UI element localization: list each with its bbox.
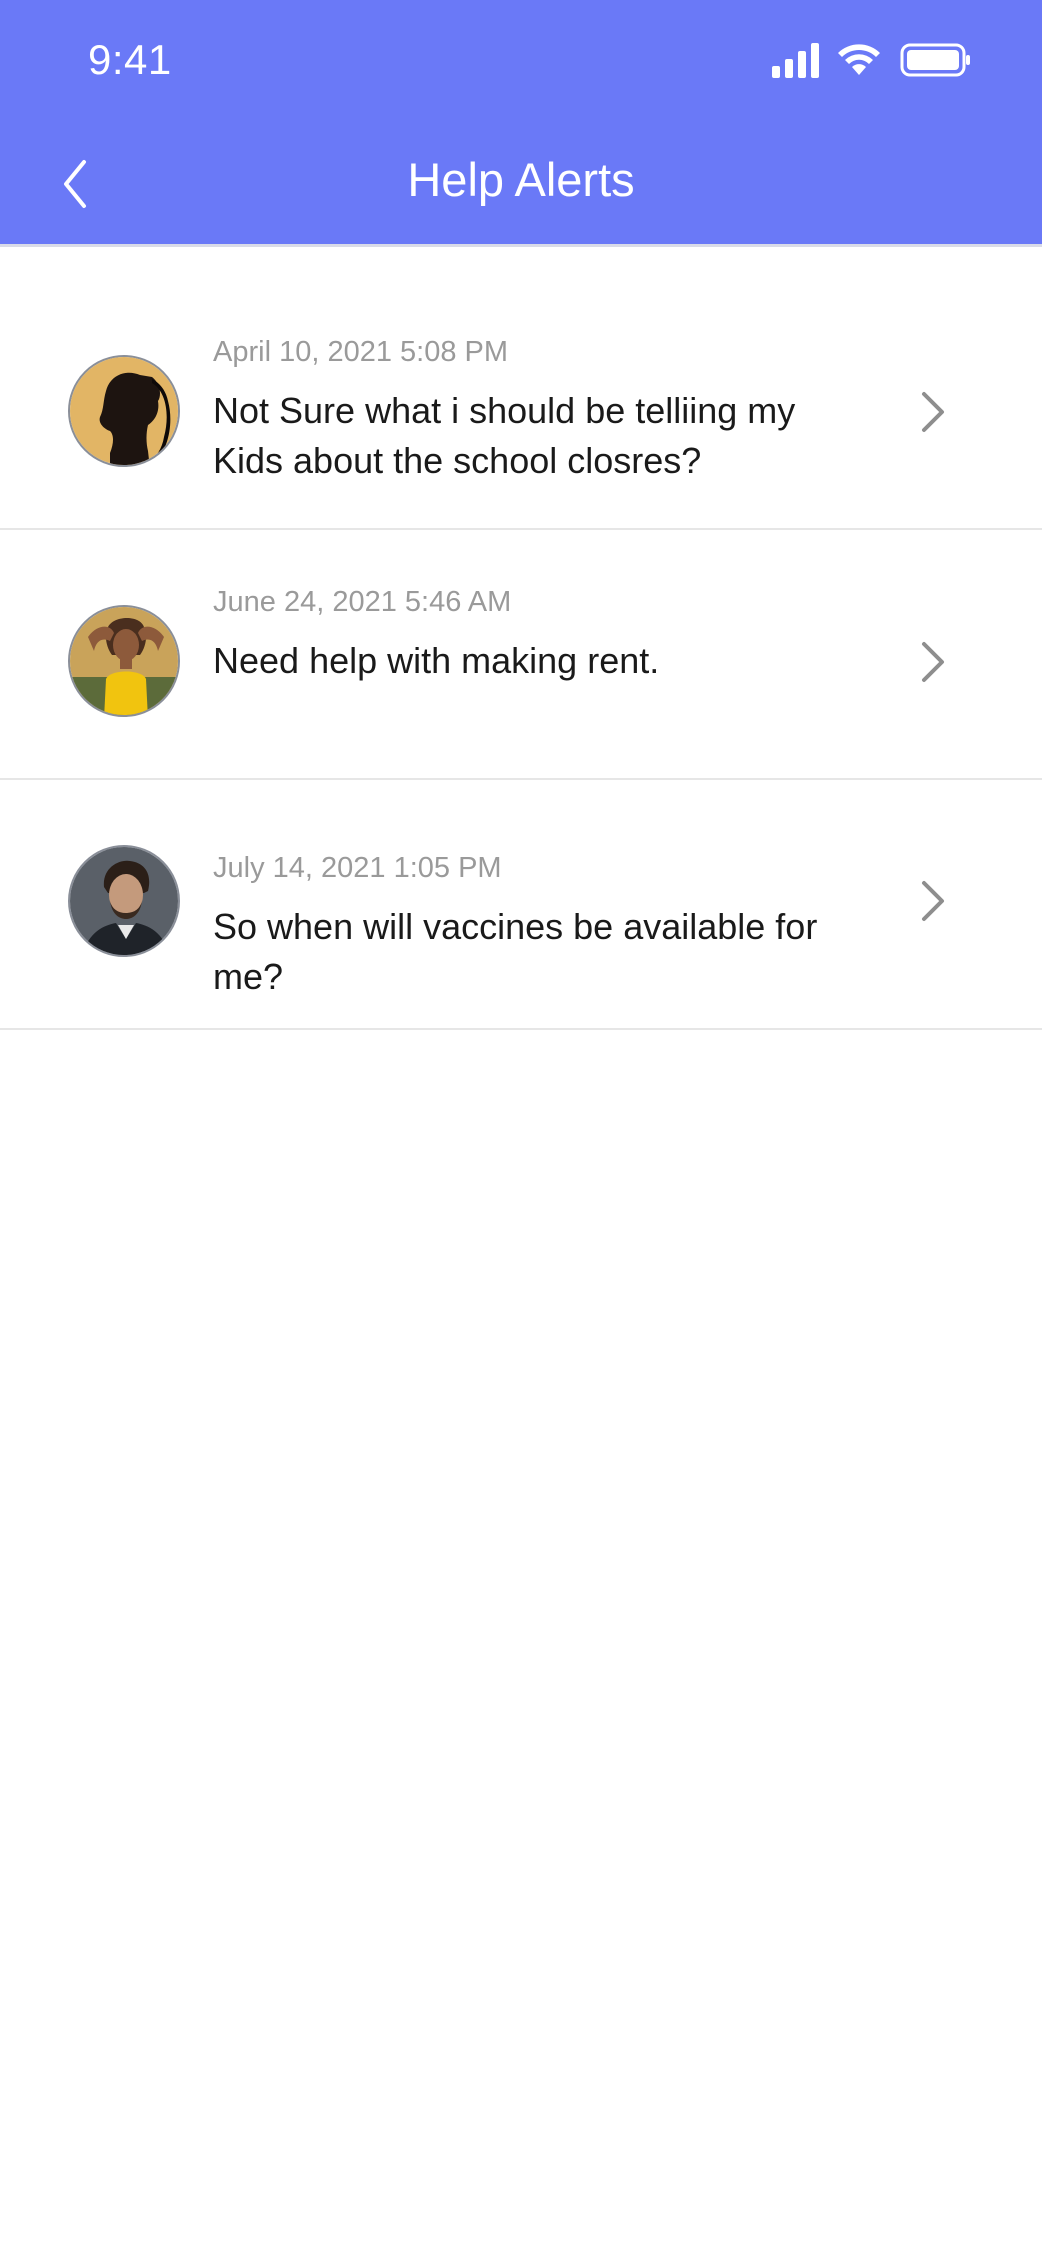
chevron-right-icon <box>922 881 944 921</box>
alert-message: So when will vaccines be available for m… <box>213 906 818 997</box>
alert-list-item[interactable]: April 10, 2021 5:08 PM Not Sure what i s… <box>0 280 1042 530</box>
battery-icon <box>900 43 970 77</box>
avatar <box>68 845 180 957</box>
alert-date: June 24, 2021 5:46 AM <box>213 586 512 618</box>
alert-list-item[interactable]: July 14, 2021 1:05 PM So when will vacci… <box>0 780 1042 1030</box>
avatar <box>68 605 180 717</box>
page-title: Help Alerts <box>407 153 635 206</box>
status-bar-icons <box>772 42 1002 78</box>
wifi-icon <box>838 44 880 75</box>
signal-icon <box>772 43 819 78</box>
status-bar-time: 9:41 <box>88 36 172 83</box>
alert-date: July 14, 2021 1:05 PM <box>213 852 502 884</box>
alert-message: Not Sure what i should be telliing my Ki… <box>213 390 796 481</box>
alert-message: Need help with making rent. <box>213 640 660 681</box>
app-header: 9:41 Help Alerts <box>0 0 1042 244</box>
alert-date: April 10, 2021 5:08 PM <box>213 336 509 368</box>
header-divider <box>0 244 1042 247</box>
alert-list-item[interactable]: June 24, 2021 5:46 AM Need help with mak… <box>0 530 1042 780</box>
chevron-right-icon <box>922 392 944 432</box>
avatar <box>68 355 180 467</box>
chevron-right-icon <box>922 642 944 682</box>
